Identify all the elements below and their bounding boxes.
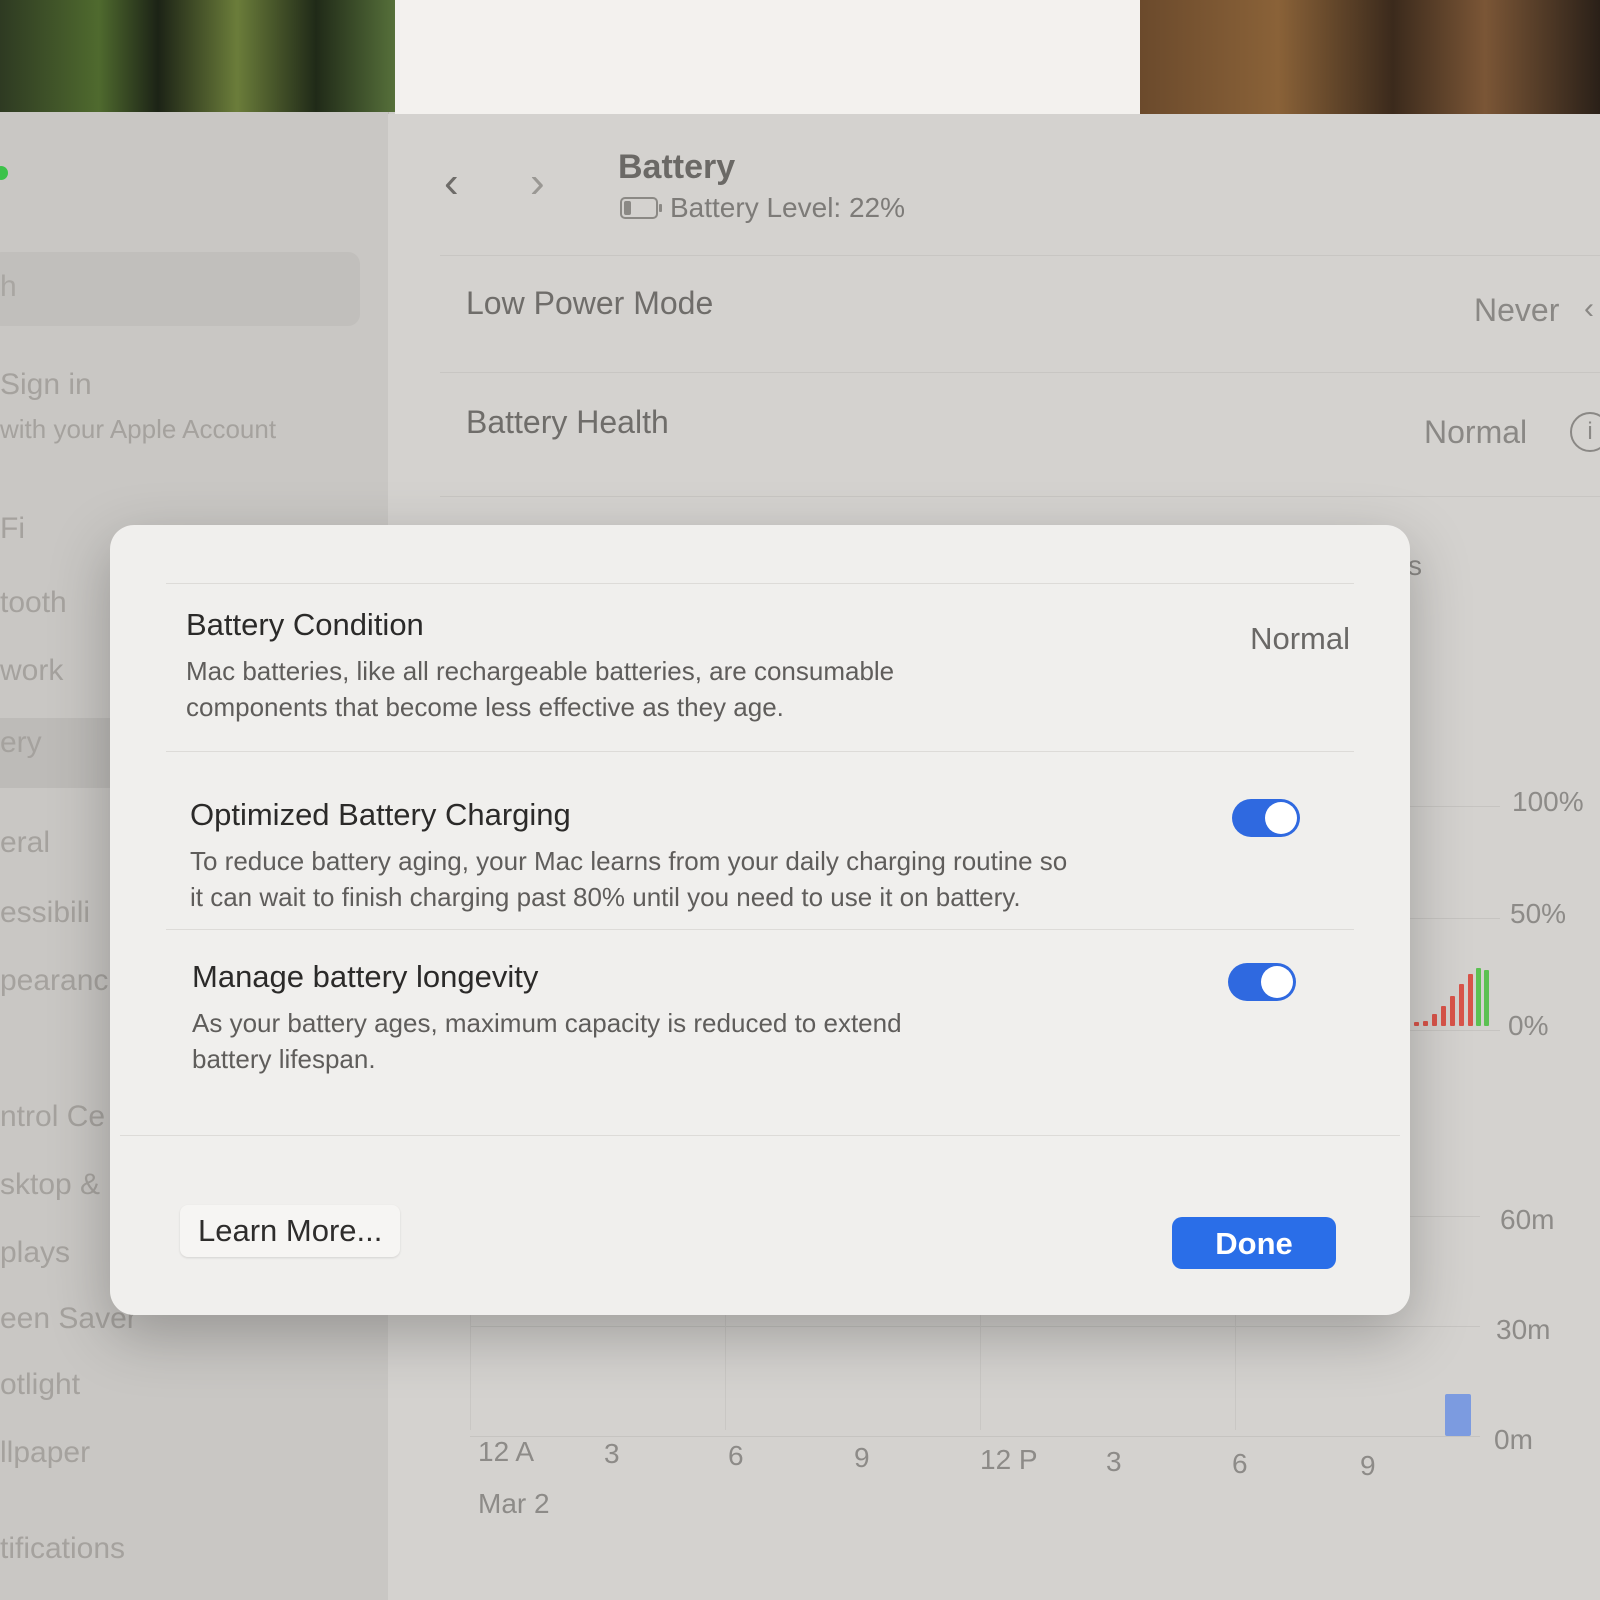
sidebar-item-wifi[interactable]: Fi xyxy=(0,512,25,546)
x-tick: 9 xyxy=(854,1442,870,1473)
description-line: Mac batteries, like all rechargeable bat… xyxy=(186,656,895,686)
low-power-mode-value[interactable]: Never xyxy=(1474,292,1559,329)
level-bar xyxy=(1468,974,1473,1026)
battery-level-row: Battery Level: 22% xyxy=(620,192,905,224)
sidebar-item-control-center[interactable]: ntrol Ce xyxy=(0,1100,105,1134)
sidebar-item-appearance[interactable]: pearanc xyxy=(0,964,108,998)
level-axis-0: 0% xyxy=(1508,1010,1549,1041)
low-power-mode-label: Low Power Mode xyxy=(466,285,714,321)
level-bar xyxy=(1450,996,1455,1026)
row-divider xyxy=(440,255,1600,256)
level-axis-50: 50% xyxy=(1510,898,1567,929)
battery-longevity-description: As your battery ages, maximum capacity i… xyxy=(192,1005,1312,1077)
level-bar xyxy=(1459,984,1464,1026)
level-axis-100: 100% xyxy=(1512,786,1584,817)
sidebar-item-accessibility[interactable]: essibili xyxy=(0,896,90,930)
usage-axis-60m: 60m xyxy=(1500,1204,1555,1235)
battery-condition-value: Normal xyxy=(1250,621,1350,656)
forward-button[interactable]: › xyxy=(530,158,545,208)
battery-condition-description: Mac batteries, like all rechargeable bat… xyxy=(186,653,1306,725)
battery-icon xyxy=(620,197,662,219)
description-line: components that become less effective as… xyxy=(186,692,784,722)
battery-longevity-toggle[interactable] xyxy=(1228,963,1296,1001)
sidebar-item-network[interactable]: work xyxy=(0,654,63,688)
toggle-knob xyxy=(1265,802,1297,834)
optimized-charging-row: Optimized Battery Charging To reduce bat… xyxy=(190,797,1310,915)
sheet-divider xyxy=(166,751,1354,752)
optimized-charging-description: To reduce battery aging, your Mac learns… xyxy=(190,843,1310,915)
sidebar-item-displays[interactable]: plays xyxy=(0,1236,70,1270)
sidebar-item-wallpaper[interactable]: llpaper xyxy=(0,1436,90,1470)
toggle-knob xyxy=(1261,966,1293,998)
description-line: To reduce battery aging, your Mac learns… xyxy=(190,846,1068,876)
battery-health-value: Normal xyxy=(1424,414,1528,450)
sidebar-item-bluetooth[interactable]: tooth xyxy=(0,586,67,620)
chart-gridline xyxy=(470,1326,1480,1327)
usage-axis-30m: 30m xyxy=(1496,1314,1551,1345)
sheet-divider xyxy=(166,583,1354,584)
battery-health-sheet: Battery Condition Mac batteries, like al… xyxy=(110,525,1410,1315)
wallpaper-right xyxy=(1140,0,1600,120)
sidebar-item-battery[interactable]: ery xyxy=(0,726,42,760)
battery-level-text: Battery Level: 22% xyxy=(670,192,906,223)
x-tick: 3 xyxy=(604,1438,620,1469)
back-button[interactable]: ‹ xyxy=(444,158,459,208)
sidebar-item-desktop-dock[interactable]: sktop & xyxy=(0,1168,100,1202)
done-button[interactable]: Done xyxy=(1172,1217,1336,1269)
page-title: Battery xyxy=(618,148,736,186)
battery-health-label: Battery Health xyxy=(466,404,669,440)
wallpaper-middle xyxy=(395,0,1140,118)
description-line: As your battery ages, maximum capacity i… xyxy=(192,1008,902,1038)
wallpaper-left xyxy=(0,0,395,112)
level-bar xyxy=(1441,1006,1446,1026)
battery-condition-row: Battery Condition Mac batteries, like al… xyxy=(186,607,1306,725)
level-bars xyxy=(1396,966,1492,1026)
usage-axis-0m: 0m xyxy=(1494,1424,1533,1455)
battery-longevity-row: Manage battery longevity As your battery… xyxy=(192,959,1312,1077)
level-bar xyxy=(1484,970,1489,1026)
x-tick: 3 xyxy=(1106,1446,1122,1477)
x-tick: 6 xyxy=(728,1440,744,1471)
x-tick: 12 A xyxy=(478,1436,535,1467)
search-input[interactable] xyxy=(0,252,360,326)
row-divider xyxy=(440,372,1600,373)
sidebar-item-notifications[interactable]: tifications xyxy=(0,1532,125,1566)
x-tick: 12 P xyxy=(980,1444,1038,1475)
learn-more-button[interactable]: Learn More... xyxy=(180,1205,401,1257)
sidebar-item-spotlight[interactable]: otlight xyxy=(0,1368,80,1402)
battery-longevity-title: Manage battery longevity xyxy=(192,959,539,994)
level-bar xyxy=(1432,1014,1437,1026)
sidebar-item-general[interactable]: eral xyxy=(0,826,50,860)
level-bar xyxy=(1476,968,1481,1026)
sheet-divider xyxy=(166,929,1354,930)
search-placeholder: h xyxy=(0,270,17,303)
chart-gridline xyxy=(470,1436,1480,1437)
description-line: it can wait to finish charging past 80% … xyxy=(190,882,1021,912)
description-line: battery lifespan. xyxy=(192,1044,376,1074)
chart-date-label: Mar 2 xyxy=(478,1488,550,1519)
level-bar xyxy=(1423,1021,1428,1026)
partial-text: s xyxy=(1408,550,1422,581)
optimized-charging-title: Optimized Battery Charging xyxy=(190,797,571,832)
sign-in-subtitle: with your Apple Account xyxy=(0,414,277,444)
stepper-icon[interactable]: ‹ xyxy=(1584,292,1594,326)
x-tick: 9 xyxy=(1360,1450,1376,1481)
row-divider xyxy=(440,496,1600,497)
sign-in-title[interactable]: Sign in xyxy=(0,368,92,402)
optimized-charging-toggle[interactable] xyxy=(1232,799,1300,837)
sheet-divider xyxy=(120,1135,1400,1136)
battery-condition-title: Battery Condition xyxy=(186,607,424,642)
x-tick: 6 xyxy=(1232,1448,1248,1479)
usage-bar xyxy=(1445,1394,1471,1436)
level-bar xyxy=(1414,1022,1419,1026)
